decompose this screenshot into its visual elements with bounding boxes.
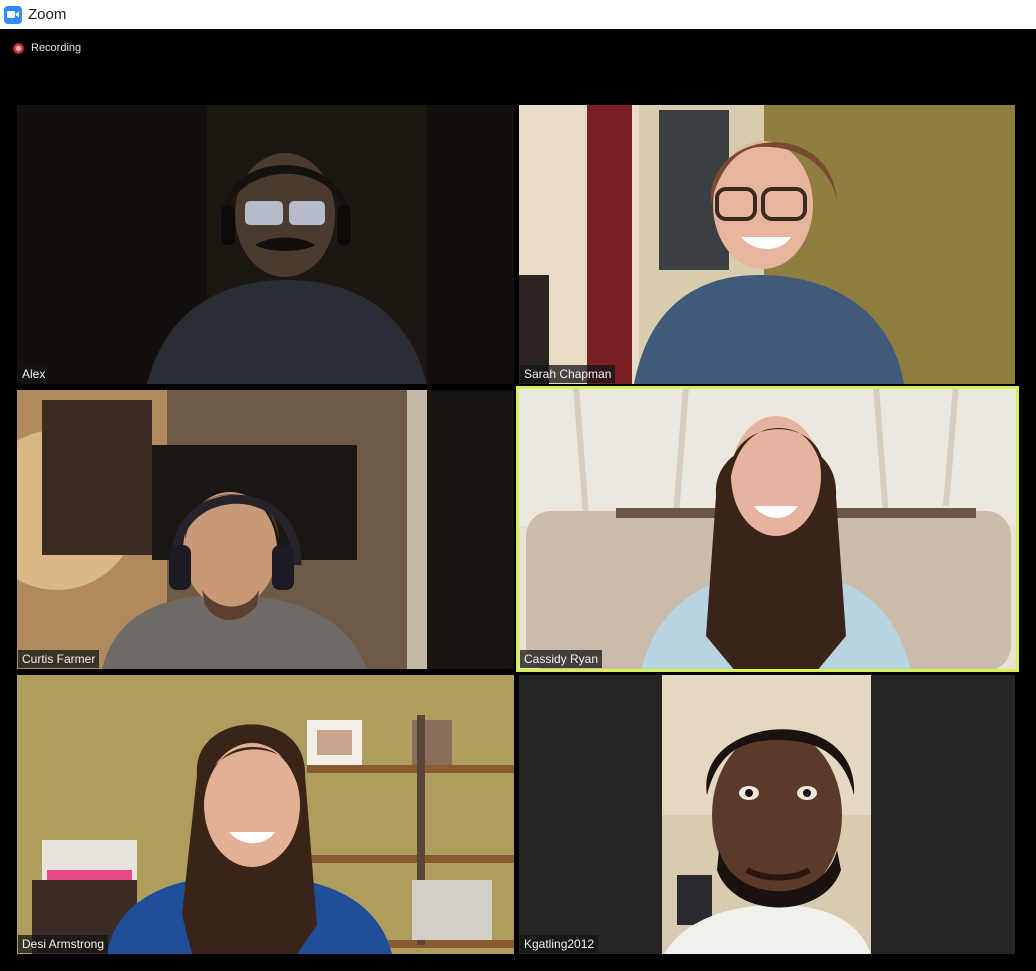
participant-name: Kgatling2012 xyxy=(520,935,599,953)
participant-name: Desi Armstrong xyxy=(18,935,109,953)
video-feed-alex xyxy=(17,105,514,384)
video-feed-cassidy-ryan xyxy=(516,386,1019,672)
video-tile-desi-armstrong[interactable]: Desi Armstrong xyxy=(17,675,514,954)
zoom-camera-icon xyxy=(4,5,22,24)
record-icon xyxy=(13,42,24,54)
video-tile-sarah-chapman[interactable]: Sarah Chapman xyxy=(519,105,1015,384)
video-feed-kgatling2012 xyxy=(519,675,1015,954)
video-tile-alex[interactable]: Alex xyxy=(17,105,514,384)
video-feed-sarah-chapman xyxy=(519,105,1015,384)
video-tile-kgatling2012[interactable]: Kgatling2012 xyxy=(519,675,1015,954)
participant-name: Alex xyxy=(18,365,50,383)
window-titlebar: Zoom xyxy=(0,0,1036,29)
recording-label: Recording xyxy=(31,42,82,54)
participant-name: Curtis Farmer xyxy=(18,650,100,668)
participant-name: Cassidy Ryan xyxy=(520,650,603,668)
participant-name: Sarah Chapman xyxy=(520,365,616,383)
video-tile-curtis-farmer[interactable]: Curtis Farmer xyxy=(17,390,514,669)
recording-indicator[interactable]: Recording xyxy=(13,42,81,54)
video-feed-desi-armstrong xyxy=(17,675,514,954)
video-tile-cassidy-ryan[interactable]: Cassidy Ryan xyxy=(516,386,1019,672)
window-title: Zoom xyxy=(28,6,67,23)
video-feed-curtis-farmer xyxy=(17,390,514,669)
